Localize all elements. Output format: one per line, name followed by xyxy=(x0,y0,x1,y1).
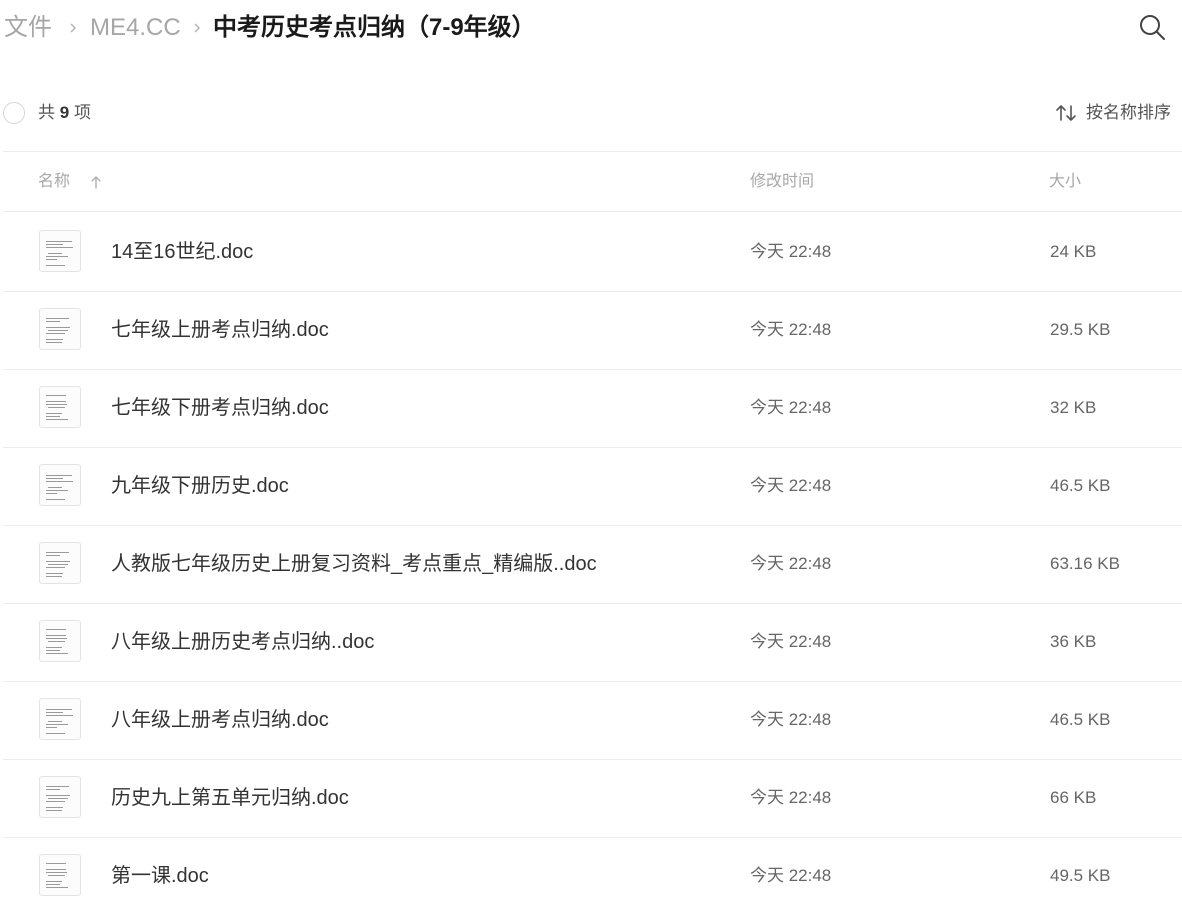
file-modified-time: 今天 22:48 xyxy=(750,320,832,339)
file-modified-time: 今天 22:48 xyxy=(750,788,832,807)
document-thumbnail-icon xyxy=(39,542,81,584)
arrow-up-icon[interactable] xyxy=(89,174,103,190)
file-size: 29.5 KB xyxy=(1050,320,1111,339)
sort-icon xyxy=(1056,105,1076,121)
sort-label: 按名称排序 xyxy=(1086,103,1171,122)
document-thumbnail-icon xyxy=(39,464,81,506)
sort-button[interactable]: 按名称排序 xyxy=(1055,101,1179,125)
column-header-name[interactable]: 名称 xyxy=(38,171,70,193)
chevron-right-icon xyxy=(70,23,77,33)
file-name[interactable]: 14至16世纪.doc xyxy=(111,238,253,266)
file-modified-time: 今天 22:48 xyxy=(750,242,832,261)
file-modified-time: 今天 22:48 xyxy=(750,476,832,495)
file-row[interactable]: 八年级上册历史考点归纳..doc 今天 22:48 36 KB xyxy=(3,602,1182,680)
document-thumbnail-icon xyxy=(39,698,81,740)
file-row[interactable]: 七年级上册考点归纳.doc 今天 22:48 29.5 KB xyxy=(3,290,1182,368)
file-size: 49.5 KB xyxy=(1050,866,1111,885)
file-row[interactable]: 第一课.doc 今天 22:48 49.5 KB xyxy=(3,836,1182,914)
file-row[interactable]: 七年级下册考点归纳.doc 今天 22:48 32 KB xyxy=(3,368,1182,446)
file-size: 46.5 KB xyxy=(1050,476,1111,495)
file-modified-time: 今天 22:48 xyxy=(750,398,832,417)
file-modified-time: 今天 22:48 xyxy=(750,554,832,573)
top-bar: 文件 ME4.CC 中考历史考点归纳（7-9年级） xyxy=(0,0,1182,58)
document-thumbnail-icon xyxy=(39,308,81,350)
select-all-checkbox[interactable] xyxy=(3,102,25,124)
document-thumbnail-icon xyxy=(39,386,81,428)
breadcrumb-current-folder: 中考历史考点归纳（7-9年级） xyxy=(213,14,536,41)
file-size: 46.5 KB xyxy=(1050,710,1111,729)
search-icon xyxy=(1140,15,1165,40)
file-row[interactable]: 九年级下册历史.doc 今天 22:48 46.5 KB xyxy=(3,446,1182,524)
file-size: 36 KB xyxy=(1050,632,1097,651)
document-thumbnail-icon xyxy=(39,854,81,896)
file-name[interactable]: 八年级上册历史考点归纳..doc xyxy=(111,628,374,656)
document-thumbnail-icon xyxy=(39,776,81,818)
file-modified-time: 今天 22:48 xyxy=(750,710,832,729)
file-row[interactable]: 14至16世纪.doc 今天 22:48 24 KB xyxy=(3,212,1182,290)
file-modified-time: 今天 22:48 xyxy=(750,866,832,885)
document-thumbnail-icon xyxy=(39,230,81,272)
file-name[interactable]: 七年级上册考点归纳.doc xyxy=(111,316,329,344)
file-name[interactable]: 人教版七年级历史上册复习资料_考点重点_精编版..doc xyxy=(111,550,597,578)
item-count-prefix: 共 xyxy=(38,103,55,122)
file-row[interactable]: 历史九上第五单元归纳.doc 今天 22:48 66 KB xyxy=(3,758,1182,836)
item-count: 共 9 项 xyxy=(38,101,91,125)
column-header-size[interactable]: 大小 xyxy=(1049,171,1081,193)
document-thumbnail-icon xyxy=(39,620,81,662)
file-size: 66 KB xyxy=(1050,788,1097,807)
breadcrumb-item-files[interactable]: 文件 xyxy=(4,10,52,46)
chevron-right-icon xyxy=(194,23,201,33)
file-row[interactable]: 八年级上册考点归纳.doc 今天 22:48 46.5 KB xyxy=(3,680,1182,758)
file-size: 63.16 KB xyxy=(1050,554,1120,573)
list-toolbar: 共 9 项 按名称排序 xyxy=(0,90,1182,138)
column-header-modified[interactable]: 修改时间 xyxy=(750,171,814,193)
file-size: 24 KB xyxy=(1050,242,1097,261)
file-name[interactable]: 九年级下册历史.doc xyxy=(111,472,289,500)
file-name[interactable]: 第一课.doc xyxy=(111,862,209,890)
file-row[interactable]: 人教版七年级历史上册复习资料_考点重点_精编版..doc 今天 22:48 63.1… xyxy=(3,524,1182,602)
file-modified-time: 今天 22:48 xyxy=(750,632,832,651)
breadcrumb-item-site[interactable]: ME4.CC xyxy=(90,10,181,46)
file-name[interactable]: 历史九上第五单元归纳.doc xyxy=(111,784,349,812)
file-name[interactable]: 八年级上册考点归纳.doc xyxy=(111,706,329,734)
item-count-value: 9 xyxy=(59,103,70,122)
file-size: 32 KB xyxy=(1050,398,1097,417)
item-count-suffix: 项 xyxy=(73,103,91,122)
divider xyxy=(3,151,1182,152)
search-button[interactable] xyxy=(1136,10,1170,44)
file-name[interactable]: 七年级下册考点归纳.doc xyxy=(111,394,329,422)
